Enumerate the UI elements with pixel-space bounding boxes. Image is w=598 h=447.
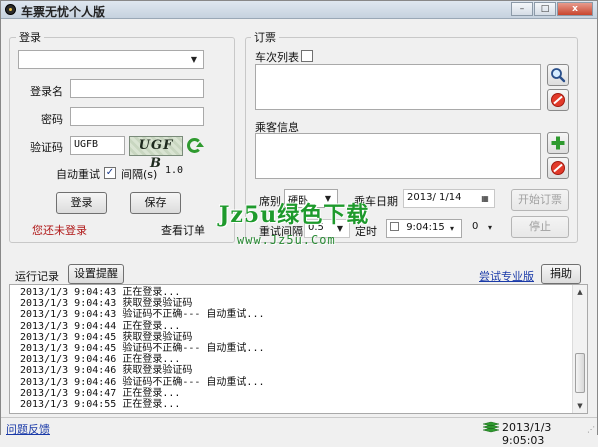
seat-label: 席别 [259,195,281,208]
date-label: 乘车日期 [354,195,398,208]
chevron-down-icon: ▾ [487,223,492,232]
password-label: 密码 [41,113,63,126]
log-line: 2013/1/3 9:04:47 正在登录... [20,387,181,399]
date-picker[interactable]: 2013/ 1/14 ▦ [403,189,495,208]
log-line: 2013/1/3 9:04:46 验证码不正确--- 自动重试... [20,376,265,388]
timer-picker[interactable]: 9:04:15 ▾ [386,219,462,238]
log-label: 运行记录 [15,270,59,283]
close-button[interactable]: x [557,2,593,16]
seat-combo-value: 硬卧 [288,196,308,207]
login-status-text: 您还未登录 [32,224,87,237]
interval-input[interactable]: 1.0 [162,163,206,182]
log-line: 2013/1/3 9:04:43 验证码不正确--- 自动重试... [20,309,265,321]
donate-button[interactable]: 捐助 [541,264,581,284]
chevron-down-icon: ▼ [190,55,198,64]
scroll-thumb[interactable] [575,353,585,393]
login-group-title: 登录 [16,29,44,45]
plus-icon [551,136,565,150]
status-datetime: 2013/1/3 9:05:03 [502,421,552,447]
log-line: 2013/1/3 9:04:43 获取登录验证码 [20,298,193,310]
timer-checkbox[interactable] [390,222,399,231]
timer-label: 定时 [355,225,377,238]
add-passenger-button[interactable] [547,132,569,154]
view-orders-link[interactable]: 查看订单 [161,222,205,238]
title-bar[interactable]: 车票无忧个人版 – □ x [1,1,597,19]
passenger-list-box[interactable] [255,133,541,179]
captcha-label: 验证码 [30,141,63,154]
remove-passenger-button[interactable] [547,157,569,179]
spinner-icon[interactable]: ▾ [445,221,459,236]
resize-grip-icon[interactable]: ⋰ [587,425,595,434]
start-booking-button[interactable]: 开始订票 [511,189,569,211]
interval-label: 间隔(s) [121,168,158,181]
minimize-button[interactable]: – [511,2,533,16]
window-title: 车票无忧个人版 [21,5,106,19]
timer-offset-value: 0 [472,221,479,232]
auto-retry-label: 自动重试 [56,168,100,181]
save-button[interactable]: 保存 [130,192,181,214]
login-button[interactable]: 登录 [56,192,107,214]
log-line: 2013/1/3 9:04:46 正在登录... [20,354,181,366]
search-icon [551,68,566,83]
retry-interval-value: 0.5 [308,222,324,233]
train-list-checkbox[interactable] [301,50,313,62]
chevron-down-icon: ▼ [336,224,344,233]
maximize-button[interactable]: □ [534,2,556,16]
scroll-up-icon[interactable]: ▲ [573,285,587,299]
train-list-label: 车次列表 [255,51,299,64]
log-scrollbar[interactable]: ▲ ▼ [572,285,587,413]
captcha-image[interactable]: UGF B [129,136,183,171]
log-line: 2013/1/3 9:04:55 正在登录... [20,399,181,411]
username-label: 登录名 [30,85,63,98]
log-lines: 2013/1/3 9:04:43 正在登录... 2013/1/3 9:04:43… [10,285,587,410]
tray-status-icon [482,421,500,433]
set-reminder-button[interactable]: 设置提醒 [68,264,124,284]
log-line: 2013/1/3 9:04:43 正在登录... [20,287,181,298]
chevron-down-icon: ▼ [324,194,332,203]
password-input[interactable] [70,107,204,126]
train-list-box[interactable] [255,64,541,110]
log-line: 2013/1/3 9:04:45 获取登录验证码 [20,331,193,343]
remove-train-button[interactable] [547,89,569,111]
log-line: 2013/1/3 9:04:44 正在登录... [20,320,181,332]
log-line: 2013/1/3 9:04:46 获取登录验证码 [20,365,193,377]
retry-interval-label: 重试间隔 [259,225,303,238]
timer-value: 9:04:15 [406,222,445,233]
retry-interval-combo[interactable]: 0.5 ▼ [304,219,350,238]
refresh-captcha-icon[interactable] [187,138,204,153]
log-box[interactable]: 2013/1/3 9:04:43 正在登录... 2013/1/3 9:04:43… [9,284,588,414]
window-controls: – □ x [510,2,593,16]
status-bar: 问题反馈 2013/1/3 9:05:03 ⋰ [1,417,597,447]
try-pro-link[interactable]: 尝试专业版 [479,268,534,284]
scroll-down-icon[interactable]: ▼ [573,399,587,413]
order-group-title: 订票 [251,29,279,45]
search-train-button[interactable] [547,64,569,86]
auto-retry-checkbox[interactable]: ✓ [104,167,116,179]
app-logo-icon [5,4,16,15]
main-window: 车票无忧个人版 – □ x 登录 ▼ 登录名 密码 验证码 UGFB UGF B… [0,0,598,447]
stop-button[interactable]: 停止 [511,216,569,238]
calendar-icon[interactable]: ▦ [478,191,492,206]
username-input[interactable] [70,79,204,98]
date-value: 2013/ 1/14 [407,192,462,203]
log-line: 2013/1/3 9:04:45 验证码不正确--- 自动重试... [20,343,265,355]
captcha-input[interactable]: UGFB [70,136,125,155]
remove-icon [551,93,565,107]
timer-offset-spinner[interactable]: 0 ▾ [469,219,499,238]
account-combo[interactable]: ▼ [18,50,204,69]
remove-icon [551,161,565,175]
seat-combo[interactable]: 硬卧 ▼ [284,189,338,208]
